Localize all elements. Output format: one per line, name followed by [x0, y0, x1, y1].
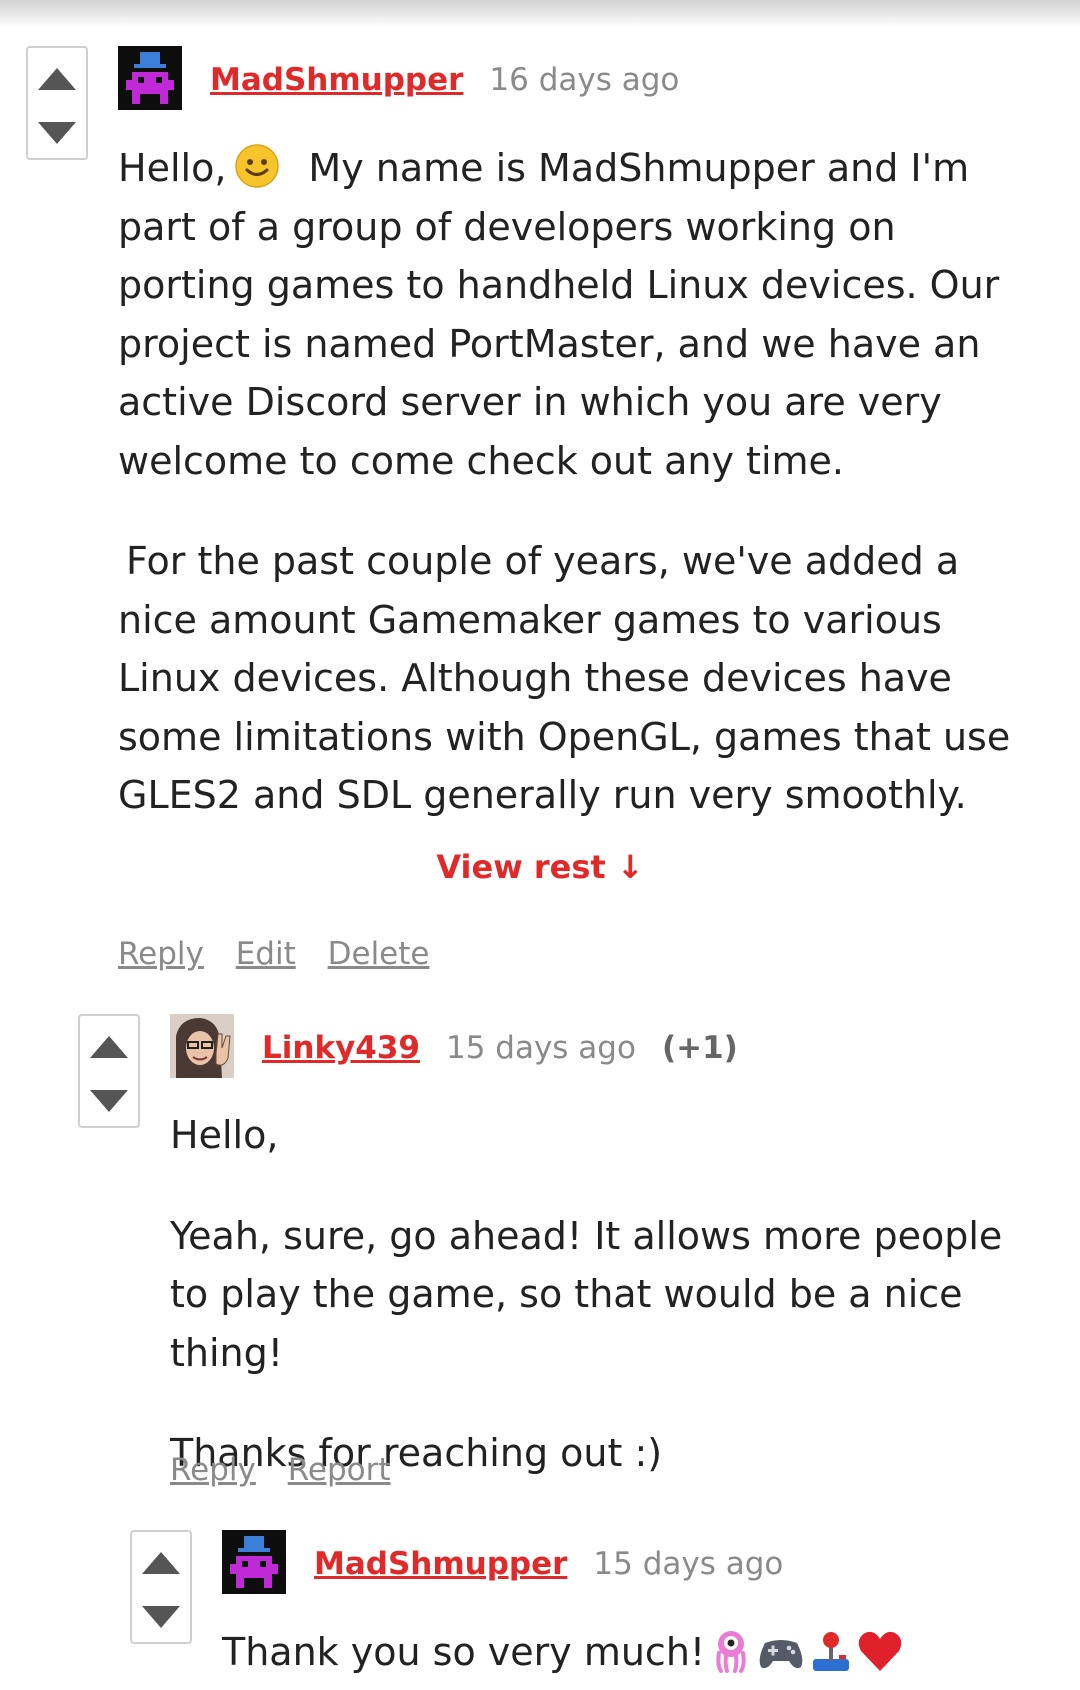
vote-box — [130, 1530, 192, 1644]
timestamp: 15 days ago — [593, 1546, 784, 1582]
author-link[interactable]: Linky439 — [262, 1030, 420, 1066]
comment-meta: MadShmupper 15 days ago — [314, 1532, 783, 1596]
avatar[interactable] — [118, 46, 182, 110]
view-rest-link[interactable]: View rest ↓ — [0, 848, 1080, 886]
downvote-icon[interactable] — [38, 122, 76, 144]
comment-body: Thank you so very much! — [222, 1623, 1062, 1682]
comment-body: Hello, My name is MadShmupper and I'm par… — [118, 139, 1043, 825]
joystick-emoji-icon — [811, 1629, 851, 1673]
comment-text: For the past couple of years, we've adde… — [118, 539, 1011, 817]
red-heart-emoji-icon — [857, 1629, 903, 1673]
vote-box — [26, 46, 88, 160]
avatar[interactable] — [222, 1530, 286, 1594]
comment-paragraph: Hello, — [170, 1113, 279, 1157]
comment-body: Hello, Yeah, sure, go ahead! It allows m… — [170, 1106, 1030, 1483]
avatar[interactable] — [170, 1014, 234, 1078]
comment-meta: MadShmupper 16 days ago — [210, 48, 679, 112]
reply-link[interactable]: Reply — [118, 936, 204, 972]
game-controller-emoji-icon — [757, 1629, 805, 1673]
score-badge: (+1) — [661, 1030, 738, 1066]
comment-meta: Linky439 15 days ago (+1) — [262, 1016, 738, 1080]
edit-link[interactable]: Edit — [236, 936, 296, 972]
upvote-icon[interactable] — [90, 1036, 128, 1058]
alien-monster-emoji-icon — [711, 1629, 751, 1673]
upvote-icon[interactable] — [142, 1552, 180, 1574]
comment-text: Thank you so very much! — [222, 1630, 706, 1674]
downvote-icon[interactable] — [142, 1606, 180, 1628]
timestamp: 15 days ago — [445, 1030, 636, 1066]
comment-text: My name is MadShmupper and I'm part of a… — [118, 146, 1000, 483]
comment-actions: Reply Report — [170, 1452, 412, 1488]
author-link[interactable]: MadShmupper — [210, 62, 463, 98]
comment-paragraph: Yeah, sure, go ahead! It allows more peo… — [170, 1213, 1003, 1375]
comment-paragraph: For the past couple of years, we've adde… — [118, 532, 1043, 825]
downvote-icon[interactable] — [90, 1090, 128, 1112]
smiley-emoji-icon — [234, 143, 280, 189]
reply-link[interactable]: Reply — [170, 1452, 256, 1488]
comment-actions: Reply Edit Delete — [118, 936, 451, 972]
delete-link[interactable]: Delete — [328, 936, 430, 972]
comment-paragraph: Hello, My name is MadShmupper and I'm par… — [118, 139, 1043, 490]
upvote-icon[interactable] — [38, 68, 76, 90]
author-link[interactable]: MadShmupper — [314, 1546, 567, 1582]
timestamp: 16 days ago — [489, 62, 680, 98]
greeting-text: Hello, — [118, 146, 227, 190]
comment-madshmupper-1: MadShmupper 16 days ago Hello, My name is… — [0, 0, 1080, 972]
report-link[interactable]: Report — [288, 1452, 391, 1488]
vote-box — [78, 1014, 140, 1128]
